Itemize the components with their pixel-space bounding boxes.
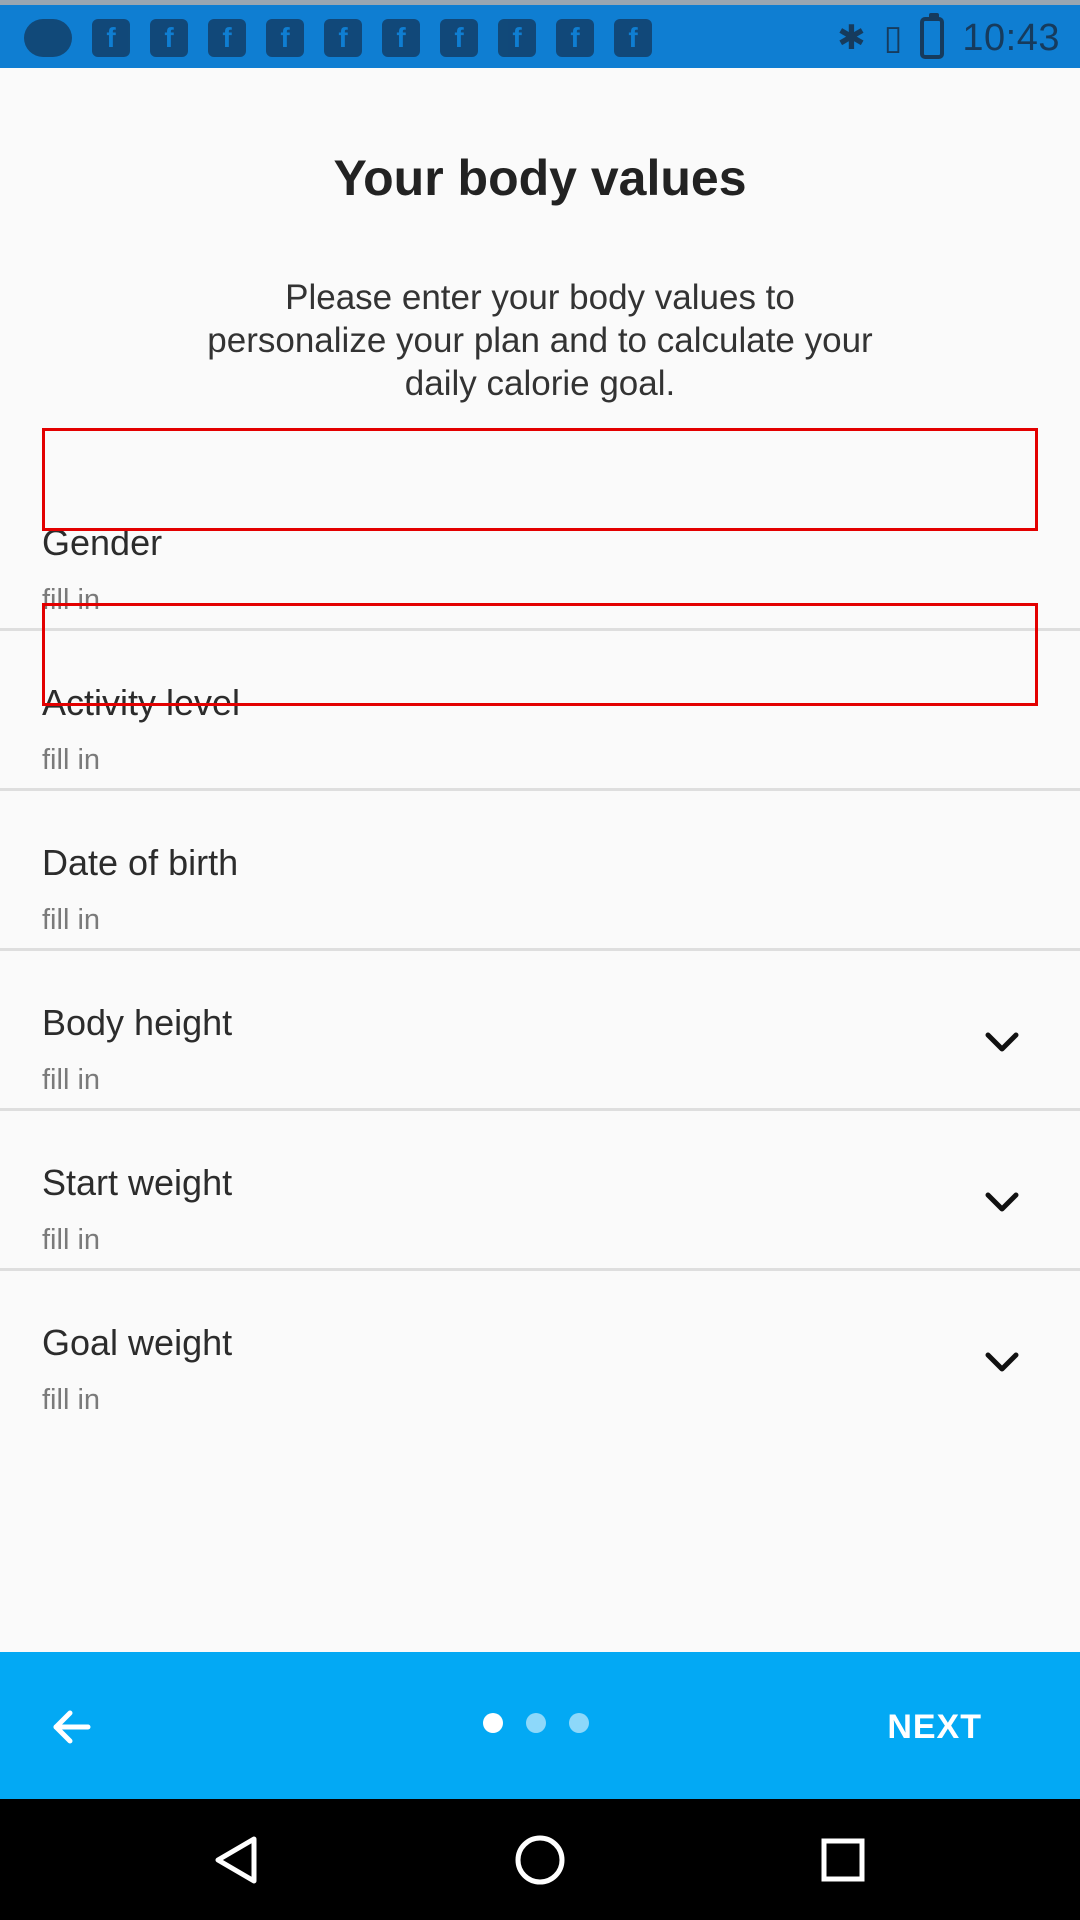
recents-square-icon[interactable] [810,1827,876,1893]
page-dot [569,1713,589,1733]
field-value: fill in [42,1384,101,1416]
page-indicator [483,1713,589,1733]
system-navigation-bar [0,1799,1080,1920]
page-dot [526,1713,546,1733]
facebook-icon: f [92,19,130,57]
field-value: fill in [42,1224,101,1256]
facebook-icon: f [324,19,362,57]
facebook-icon: f [556,19,594,57]
facebook-icon: f [150,19,188,57]
status-bar: f f f f f f f f f f ✱ ▯ 10:43 [0,0,1080,68]
chevron-down-icon[interactable] [982,1347,1022,1377]
page-dot-active [483,1713,503,1733]
field-value: fill in [42,584,101,616]
facebook-icon: f [440,19,478,57]
field-value: fill in [42,744,101,776]
bottom-navigation-bar: NEXT [0,1652,1080,1799]
field-label: Activity level [42,682,241,723]
field-value: fill in [42,904,101,936]
start-weight-field[interactable]: Start weight fill in [0,1111,1080,1271]
notification-area: f f f f f f f f f f [24,17,652,59]
gender-field[interactable]: Gender fill in [0,471,1080,631]
next-button[interactable]: NEXT [887,1697,982,1757]
page-subtitle: Please enter your body values to persona… [207,278,873,403]
field-value: fill in [42,1064,101,1096]
chat-icon [24,19,72,57]
battery-icon [920,13,945,59]
goal-weight-field[interactable]: Goal weight fill in [0,1271,1080,1431]
field-label: Date of birth [42,842,239,883]
field-label: Gender [42,522,163,563]
field-label: Start weight [42,1162,233,1203]
arrow-back-icon [53,1710,91,1744]
facebook-icon: f [614,19,652,57]
home-circle-icon[interactable] [507,1827,573,1893]
chevron-down-icon[interactable] [982,1027,1022,1057]
page-title: Your body values [333,150,747,206]
back-triangle-icon[interactable] [204,1827,270,1893]
screen: f f f f f f f f f f ✱ ▯ 10:43 Your body … [0,0,1080,1920]
back-button[interactable] [40,1695,104,1759]
system-status-area: ✱ ▯ 10:43 [837,13,1060,63]
body-height-field[interactable]: Body height fill in [0,951,1080,1111]
field-label: Body height [42,1002,233,1043]
bluetooth-icon: ✱ [837,18,866,58]
chevron-down-icon[interactable] [982,1187,1022,1217]
vibrate-icon: ▯ [883,18,903,58]
facebook-icon: f [266,19,304,57]
facebook-icon: f [498,19,536,57]
status-time: 10:43 [962,16,1060,59]
facebook-icon: f [208,19,246,57]
field-label: Goal weight [42,1322,233,1363]
activity-level-field[interactable]: Activity level fill in [0,631,1080,791]
date-of-birth-field[interactable]: Date of birth fill in [0,791,1080,951]
facebook-icon: f [382,19,420,57]
